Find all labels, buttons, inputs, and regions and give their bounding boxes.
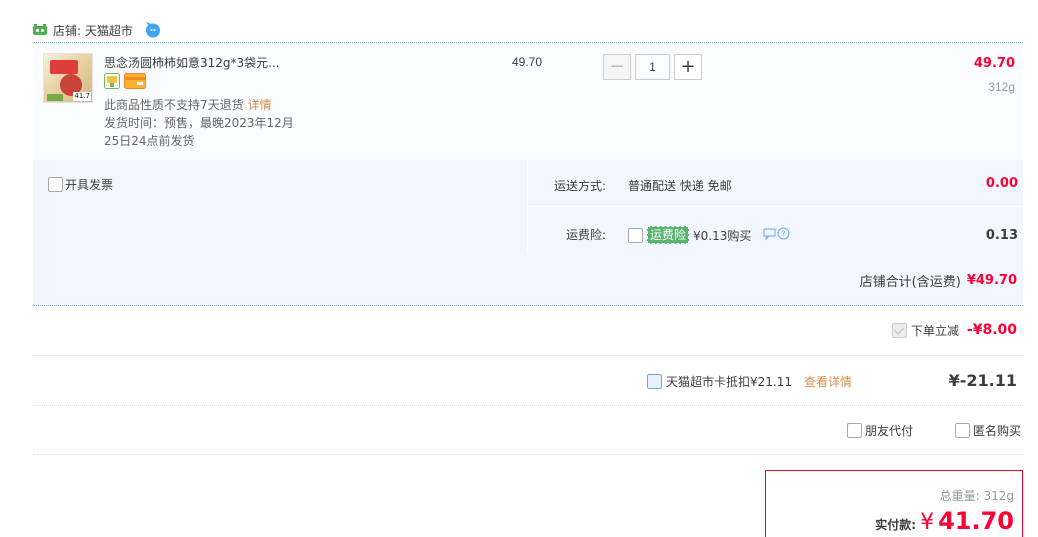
insurance-tag: 运费险 [647,226,690,244]
card-deduct-value: ¥-21.11 [948,371,1017,390]
currency-symbol: ¥ [920,510,935,535]
invoice-label[interactable]: 开具发票 [65,176,113,193]
order-info-panel: 开具发票 运送方式: 普通配送 快递 免邮 0.00 运费险: 运费险 ¥0.1… [33,160,1024,305]
card-deduct-checkbox[interactable] [647,374,662,389]
help-icon[interactable]: ? [777,227,790,243]
tmall-shop-icon [33,24,47,36]
shop-name[interactable]: 店铺: 天猫超市 [53,22,133,39]
quantity-input[interactable]: 1 [635,54,670,80]
delivery-panel: 运送方式: 普通配送 快递 免邮 0.00 运费险: 运费险 ¥0.13购买 ?… [527,161,1024,254]
friend-pay-label[interactable]: 朋友代付 [865,422,913,439]
instant-discount-checkbox [891,323,907,338]
unit-price: 49.70 [512,55,543,69]
shop-header: 店铺: 天猫超市 [33,19,161,41]
quantity-plus-button[interactable]: + [674,54,702,80]
svg-text:?: ? [782,230,786,239]
anonymous-buy-checkbox[interactable] [955,423,970,438]
insurance-price: 0.13 [985,228,1018,243]
total-weight: 总重量: 312g [939,489,1014,503]
thumb-price-tag: 41.7 [73,92,91,101]
wangwang-chat-icon[interactable] [145,22,161,38]
invoice-checkbox[interactable] [48,177,63,192]
card-deduct-option[interactable]: 天猫超市卡抵扣¥21.11 查看详情 [647,373,852,390]
ship-time: 发货时间：预售，最晚2023年12月25日24点前发货 [104,116,294,148]
actual-payment-value: 41.70 [938,507,1014,535]
friend-pay-checkbox[interactable] [847,423,862,438]
service-badge-icon[interactable] [104,73,120,89]
return-policy-note: 此商品性质不支持7天退货 详情 [104,96,272,113]
friend-pay-option[interactable]: 朋友代付 [847,422,913,439]
insurance-buy-text: ¥0.13购买 [693,228,752,243]
anonymous-buy-option[interactable]: 匿名购买 [955,422,1021,439]
item-subtotal: 49.70 [973,56,1015,71]
card-payment-icon[interactable] [124,73,146,89]
insurance-row: 运费险: 运费险 ¥0.13购买 ? 0.13 [528,208,1024,254]
instant-discount-label: 下单立减 [910,324,959,338]
insurance-label: 运费险: [566,228,607,242]
quantity-stepper: − 1 + [603,54,702,80]
instant-discount-value: -¥8.00 [966,322,1017,338]
anonymous-buy-label[interactable]: 匿名购买 [973,422,1021,439]
insurance-icons: ? [763,227,790,243]
shipping-method: 普通配送 快递 免邮 [628,179,732,193]
shop-total: 店铺合计(含运费) ¥49.70 [860,271,1017,290]
cart-item: 41.7 思念汤圆柿柿如意312g*3袋元... 此商品性质不支持7天退货 详情 … [33,43,1023,160]
instant-discount-option: 下单立减 [891,322,959,339]
item-weight: 312g [988,80,1015,94]
product-thumbnail[interactable]: 41.7 [43,53,93,103]
discount-row: 下单立减 -¥8.00 [33,306,1023,355]
invoice-option[interactable]: 开具发票 [48,176,113,193]
payment-options-row: 朋友代付 匿名购买 [33,406,1023,454]
shipping-price: 0.00 [985,176,1018,191]
shipping-row: 运送方式: 普通配送 快递 免邮 0.00 [528,161,1024,207]
card-detail-link[interactable]: 查看详情 [804,373,852,390]
payment-summary: 总重量: 312g 实付款: ¥ 41.70 [765,470,1023,537]
insurance-checkbox[interactable] [628,227,643,243]
card-deduct-label[interactable]: 天猫超市卡抵扣¥21.11 [666,373,792,390]
return-policy-text: 此商品性质不支持7天退货 [104,98,244,112]
comment-icon[interactable] [763,227,776,243]
actual-payment-label: 实付款: [875,518,917,532]
product-title[interactable]: 思念汤圆柿柿如意312g*3袋元... [104,54,294,71]
options-divider [33,454,1023,455]
product-badges [104,73,146,89]
insurance-option[interactable]: 运费险 ¥0.13购买 ? [628,226,790,244]
actual-payment: 实付款: ¥ 41.70 [875,507,1014,535]
card-deduct-row: 天猫超市卡抵扣¥21.11 查看详情 ¥-21.11 [33,356,1023,405]
shop-total-value: ¥49.70 [966,273,1017,288]
shipping-label: 运送方式: [554,179,607,193]
quantity-minus-button[interactable]: − [603,54,631,80]
return-policy-detail-link[interactable]: 详情 [248,98,272,112]
shop-total-label: 店铺合计(含运费) [859,275,961,290]
